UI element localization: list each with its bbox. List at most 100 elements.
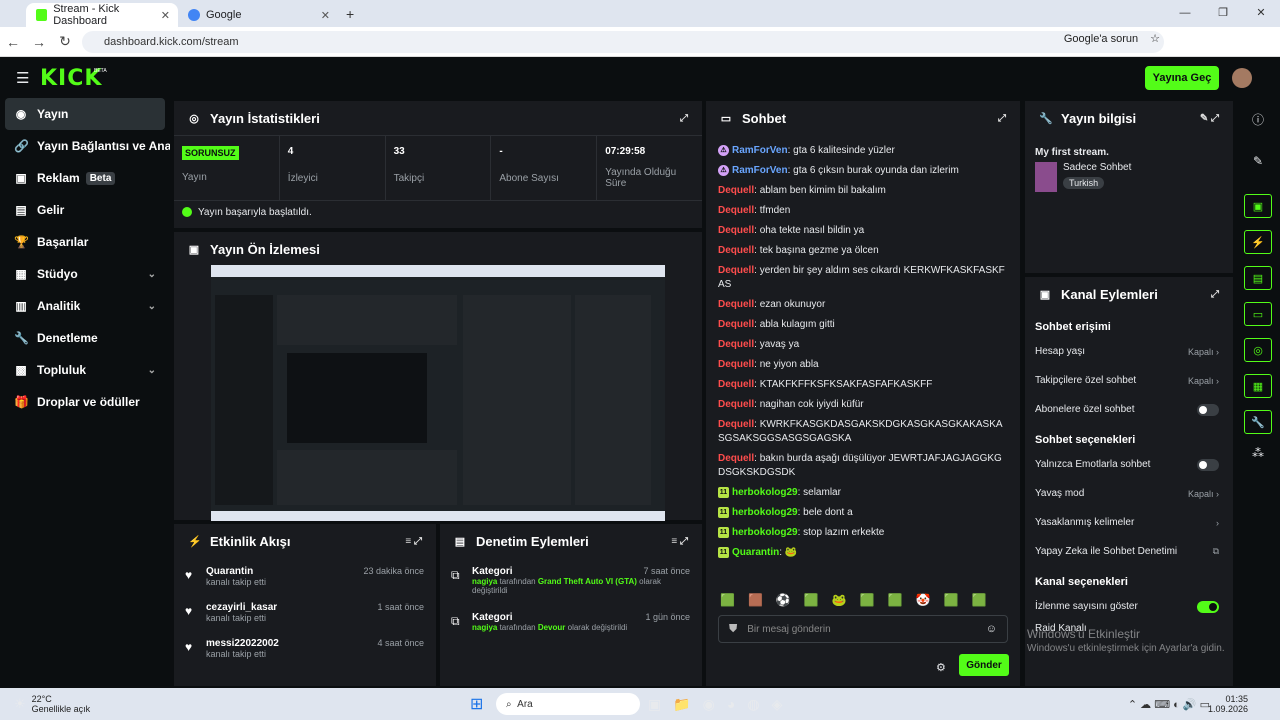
- discord-icon[interactable]: ◕: [727, 696, 735, 713]
- expand-icon[interactable]: ⤢: [1211, 289, 1219, 300]
- sidebar-item-studio[interactable]: ▦ Stüdyo ⌄: [0, 258, 170, 290]
- chat-username[interactable]: Dequell: [718, 225, 754, 236]
- bookmark-star-icon[interactable]: ☆: [1150, 32, 1160, 45]
- rail-chat-icon[interactable]: ▭: [1244, 302, 1272, 326]
- minimize-icon[interactable]: —: [1166, 0, 1204, 27]
- task-view-icon[interactable]: ▣: [648, 696, 661, 713]
- sidebar-item-ads[interactable]: ▣ Reklam Beta: [0, 162, 170, 194]
- emoji-icon[interactable]: ☺: [986, 623, 997, 635]
- weather-widget[interactable]: 22°C Genellikle açık: [32, 694, 91, 714]
- sidebar-item-label: Droplar ve ödüller: [37, 395, 140, 409]
- rail-channel-icon[interactable]: ▦: [1244, 374, 1272, 398]
- activity-feed-panel: ⚡ Etkinlik Akışı ≡ ⤢ ♥ Quarantin kanalı taki…: [174, 524, 436, 686]
- chat-username[interactable]: Dequell: [718, 399, 754, 410]
- avatar[interactable]: [1232, 68, 1252, 88]
- list-item: ♥ cezayirli_kasar kanalı takip etti 1 saat …: [174, 594, 436, 630]
- maximize-icon[interactable]: ❐: [1204, 0, 1242, 27]
- chat-username[interactable]: RamForVen: [732, 165, 788, 176]
- emotes-only-toggle[interactable]: [1197, 458, 1219, 471]
- url-field[interactable]: dashboard.kick.com/stream: [82, 31, 1164, 53]
- chat-username[interactable]: Dequell: [718, 419, 754, 430]
- followers-only-setting[interactable]: Takipçilere özel sohbet Kapalı ›: [1025, 366, 1233, 395]
- rail-stats-icon[interactable]: ◎: [1244, 338, 1272, 362]
- subs-only-toggle[interactable]: [1197, 403, 1219, 416]
- start-icon[interactable]: ⊞: [470, 694, 483, 714]
- chat-username[interactable]: Dequell: [718, 339, 754, 350]
- emote-icon[interactable]: 🤡: [916, 593, 931, 607]
- chat-input[interactable]: ⛊ Bir mesaj gönderin ☺: [718, 615, 1008, 643]
- rail-preview-icon[interactable]: ▣: [1244, 194, 1272, 218]
- tab-google[interactable]: Google ✕: [178, 3, 338, 27]
- steam-icon[interactable]: ◈: [772, 696, 783, 713]
- emote-icon[interactable]: 🟫: [748, 593, 763, 607]
- go-live-button[interactable]: Yayına Geç: [1145, 66, 1219, 90]
- tab-kick-dashboard[interactable]: Stream - Kick Dashboard ✕: [26, 3, 178, 27]
- chat-username[interactable]: herbokolog29: [732, 507, 798, 518]
- slow-mode-setting[interactable]: Yavaş mod Kapalı ›: [1025, 479, 1233, 508]
- new-tab-icon[interactable]: +: [346, 6, 354, 22]
- emote-icon[interactable]: 🟩: [972, 593, 987, 607]
- sidebar-item-community[interactable]: ▩ Topluluk ⌄: [0, 354, 170, 386]
- file-explorer-icon[interactable]: 📁: [673, 696, 690, 713]
- rail-bolt-icon[interactable]: ⚡: [1244, 230, 1272, 254]
- chat-username[interactable]: Dequell: [718, 205, 754, 216]
- sidebar-item-revenue[interactable]: ▤ Gelir: [0, 194, 170, 226]
- filter-icon[interactable]: ≡ ⤢: [405, 536, 422, 547]
- chat-username[interactable]: Dequell: [718, 245, 754, 256]
- ask-google-button[interactable]: Google'a sorun: [1064, 33, 1138, 45]
- account-age-setting[interactable]: Hesap yaşı Kapalı ›: [1025, 337, 1233, 366]
- reload-icon[interactable]: ↻: [52, 33, 78, 50]
- edit-icon[interactable]: ✎ ⤢: [1200, 113, 1219, 124]
- emote-icon[interactable]: 🟩: [720, 593, 735, 607]
- emote-icon[interactable]: 🟩: [860, 593, 875, 607]
- close-icon[interactable]: ✕: [321, 9, 330, 22]
- rail-doc-icon[interactable]: ▤: [1244, 266, 1272, 290]
- forward-icon[interactable]: →: [26, 34, 52, 50]
- chat-username[interactable]: Quarantin: [732, 547, 779, 558]
- chat-username[interactable]: Dequell: [718, 265, 754, 276]
- expand-icon[interactable]: ⤢: [998, 113, 1006, 124]
- sidebar-item-stream[interactable]: ◉ Yayın: [5, 98, 165, 130]
- sidebar-item-analytics[interactable]: ▥ Analitik ⌄: [0, 290, 170, 322]
- menu-icon[interactable]: ☰: [16, 69, 29, 87]
- rail-wrench-icon[interactable]: 🔧: [1244, 410, 1272, 434]
- filter-icon[interactable]: ≡ ⤢: [671, 536, 688, 547]
- send-button[interactable]: Gönder: [959, 654, 1009, 676]
- chat-username[interactable]: Dequell: [718, 359, 754, 370]
- app-icon[interactable]: ◍: [747, 696, 759, 713]
- chat-username[interactable]: Dequell: [718, 319, 754, 330]
- emote-icon[interactable]: 🟩: [804, 593, 819, 607]
- show-viewers-toggle[interactable]: [1197, 600, 1219, 613]
- sidebar-item-connection[interactable]: 🔗 Yayın Bağlantısı ve Anahtarı: [0, 130, 170, 162]
- stream-preview-video[interactable]: [211, 265, 665, 521]
- category-name: Sadece Sohbet: [1063, 162, 1132, 173]
- chat-username[interactable]: Dequell: [718, 379, 754, 390]
- edit-icon[interactable]: ✎: [1240, 154, 1276, 168]
- info-icon[interactable]: ⓘ: [1240, 111, 1276, 128]
- chat-username[interactable]: herbokolog29: [732, 487, 798, 498]
- emote-icon[interactable]: 🟩: [888, 593, 903, 607]
- banned-words-setting[interactable]: Yasaklanmış kelimeler ›: [1025, 508, 1233, 537]
- apps-icon[interactable]: ⁂: [1240, 446, 1276, 460]
- sidebar-item-achievements[interactable]: 🏆 Başarılar: [0, 226, 170, 258]
- sidebar-item-drops[interactable]: 🎁 Droplar ve ödüller: [0, 386, 170, 418]
- chat-username[interactable]: Dequell: [718, 299, 754, 310]
- system-tray[interactable]: ⌃ ☁ ⌨ ◐ 🔊 ▭: [1128, 698, 1210, 711]
- gear-icon[interactable]: ⚙: [936, 661, 946, 674]
- back-icon[interactable]: ←: [0, 34, 26, 50]
- sidebar-item-moderation[interactable]: 🔧 Denetleme: [0, 322, 170, 354]
- emote-icon[interactable]: ⚽: [776, 593, 791, 607]
- close-icon[interactable]: ✕: [161, 9, 170, 22]
- close-window-icon[interactable]: ✕: [1242, 0, 1280, 27]
- chat-username[interactable]: Dequell: [718, 453, 754, 464]
- emote-icon[interactable]: 🟩: [944, 593, 959, 607]
- chrome-icon[interactable]: ◉: [703, 696, 715, 713]
- ai-mod-setting[interactable]: Yapay Zeka ile Sohbet Denetimi ⧉: [1025, 537, 1233, 566]
- clock[interactable]: 01:35 1.09.2026: [1208, 694, 1248, 714]
- emote-icon[interactable]: 🐸: [832, 593, 847, 607]
- expand-icon[interactable]: ⤢: [680, 113, 688, 124]
- chat-username[interactable]: Dequell: [718, 185, 754, 196]
- chat-username[interactable]: herbokolog29: [732, 527, 798, 538]
- chat-username[interactable]: RamForVen: [732, 145, 788, 156]
- taskbar-search[interactable]: ⌕ Ara: [496, 693, 640, 715]
